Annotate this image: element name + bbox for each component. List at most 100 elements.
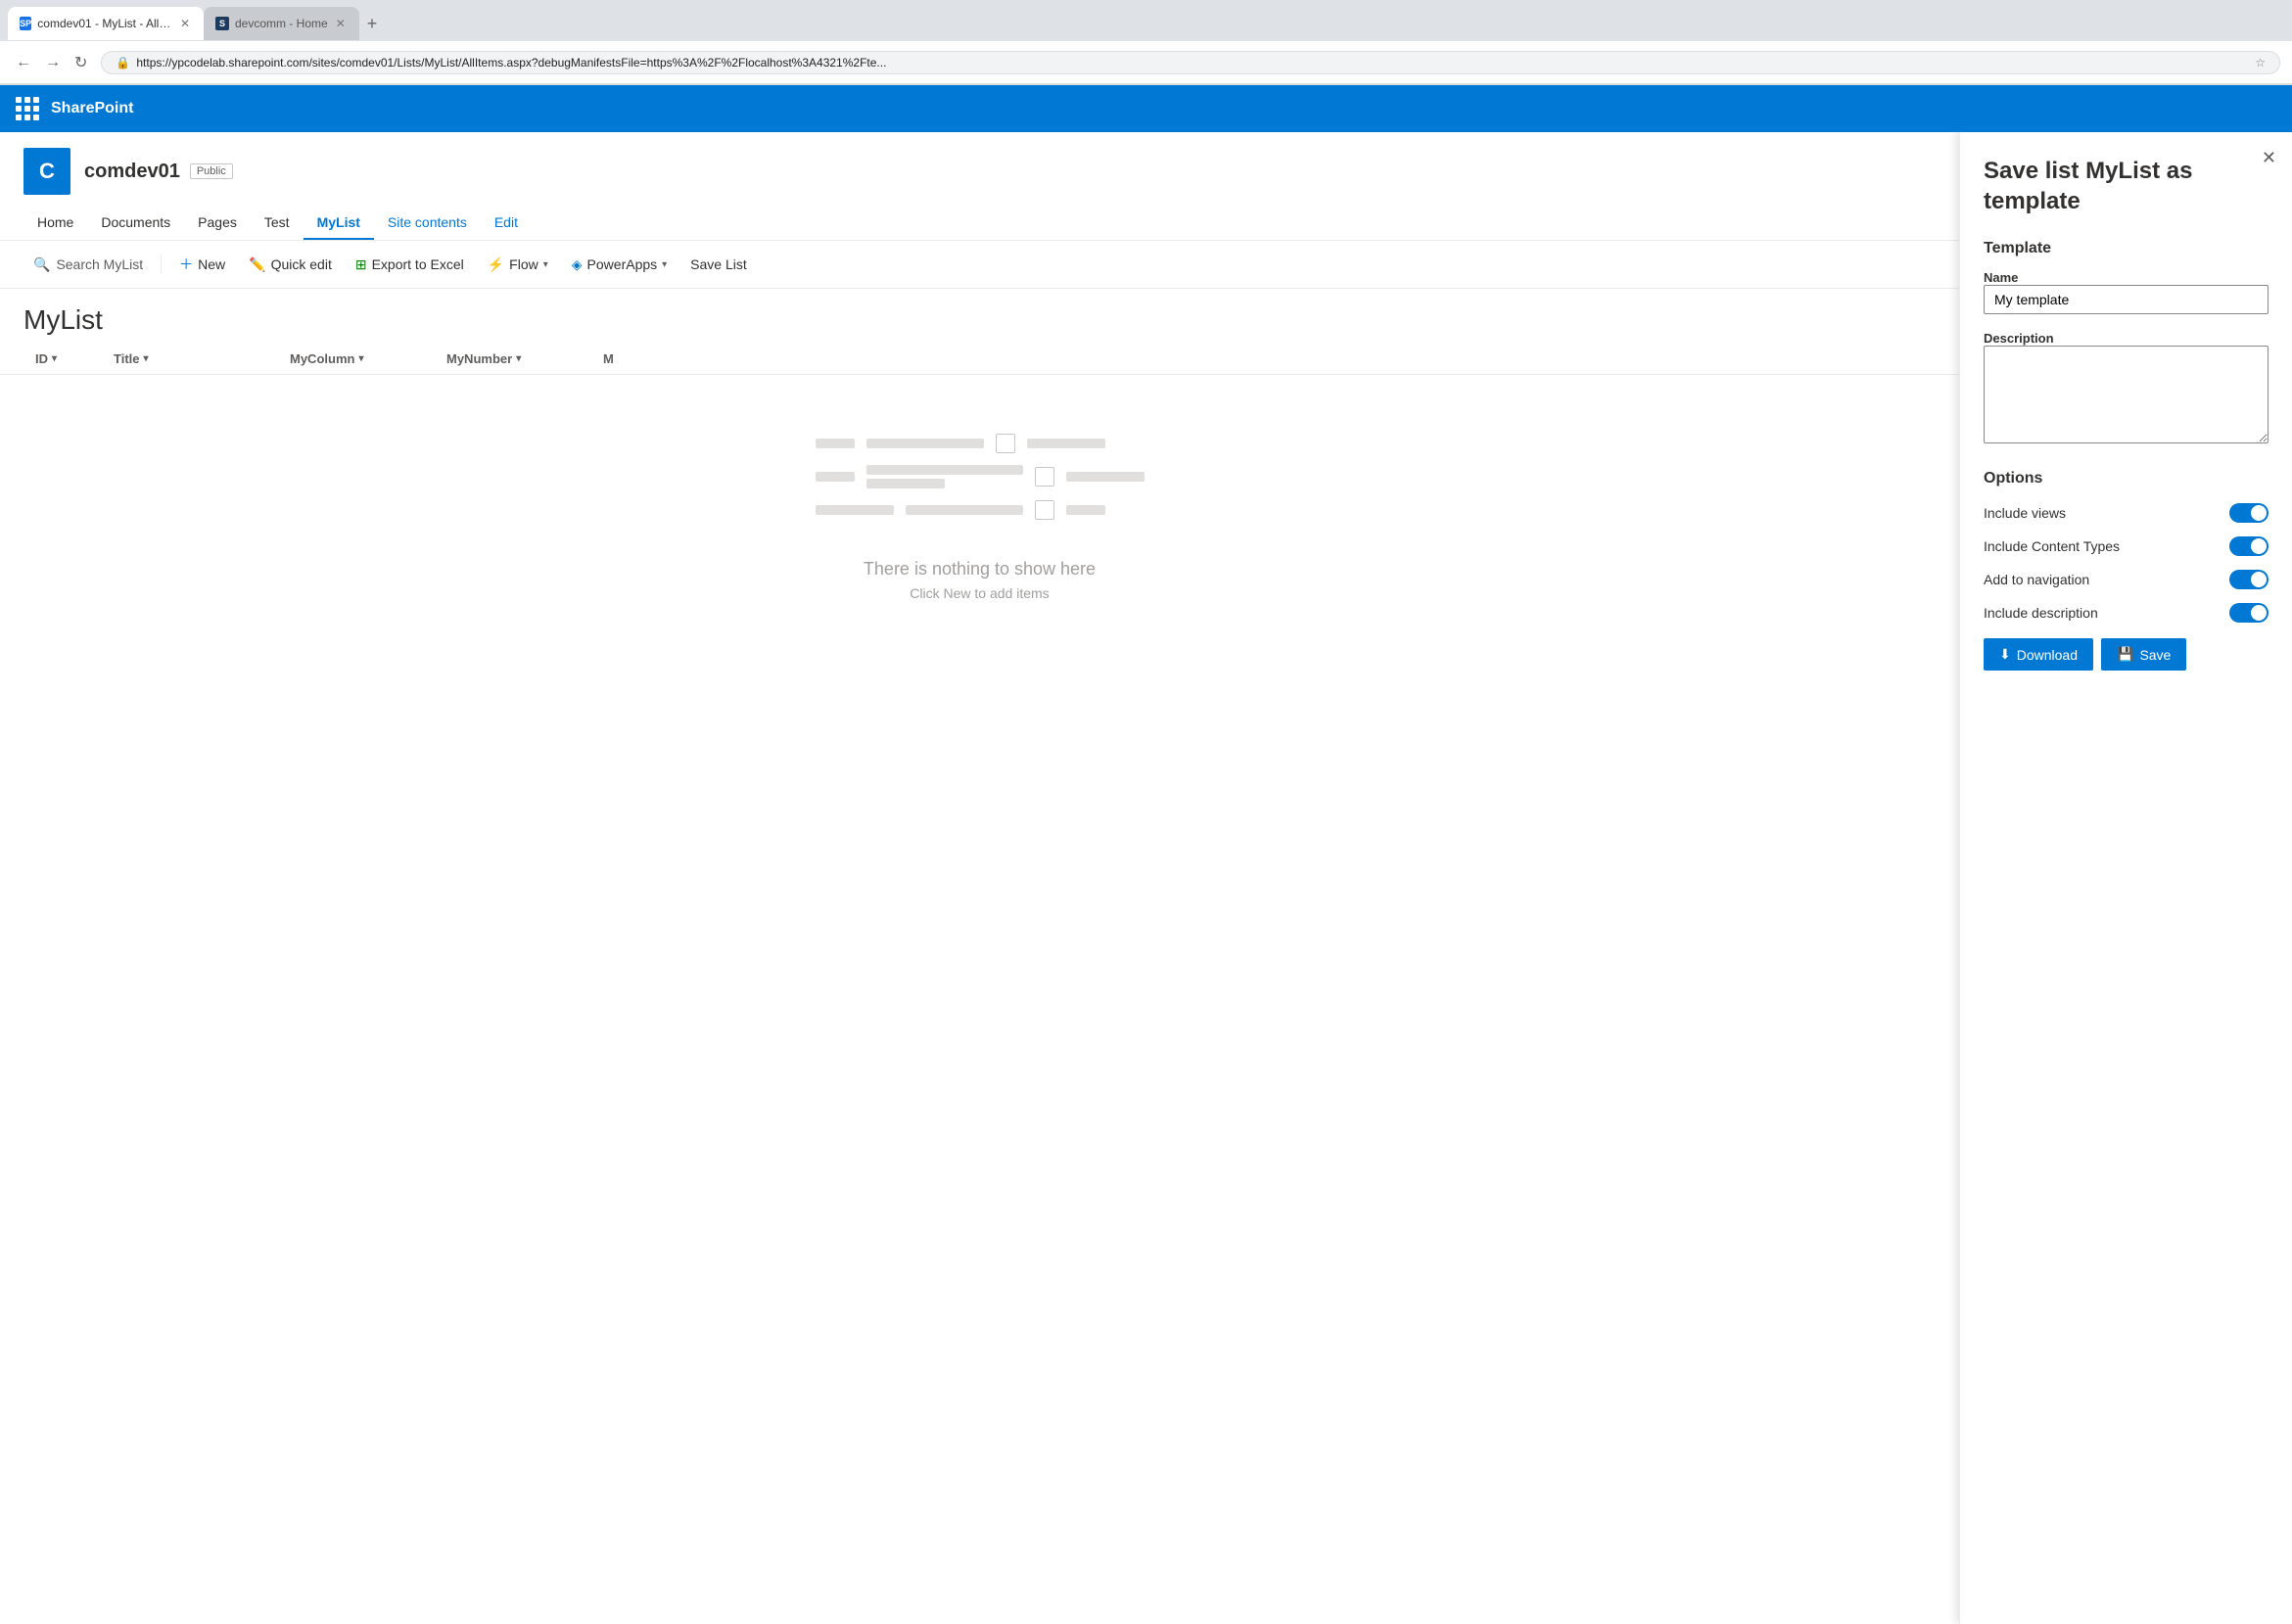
- template-description-input[interactable]: [1984, 346, 2269, 443]
- address-bar: ← → ↻ 🔒 https://ypcodelab.sharepoint.com…: [0, 41, 2292, 84]
- include-views-toggle[interactable]: [2229, 503, 2269, 523]
- waffle-dot: [24, 115, 30, 120]
- nav-pages[interactable]: Pages: [184, 207, 251, 240]
- site-name-row: comdev01 Public: [84, 161, 233, 183]
- powerapps-chevron-icon: ▾: [662, 259, 667, 270]
- template-name-input[interactable]: [1984, 285, 2269, 314]
- empty-message: There is nothing to show here: [864, 559, 1096, 580]
- include-views-label: Include views: [1984, 505, 2066, 521]
- sort-icon: ▾: [516, 353, 521, 364]
- add-to-navigation-toggle[interactable]: [2229, 570, 2269, 589]
- quick-edit-label: Quick edit: [271, 256, 332, 272]
- col-mynumber[interactable]: MyNumber ▾: [435, 344, 591, 374]
- empty-sub: Click New to add items: [910, 585, 1049, 601]
- tab1-title: comdev01 - MyList - All Items: [37, 17, 172, 30]
- tab-1[interactable]: SP comdev01 - MyList - All Items ✕: [8, 7, 204, 40]
- waffle-dot: [16, 115, 22, 120]
- tab2-title: devcomm - Home: [235, 17, 328, 30]
- download-button[interactable]: ⬇ Download: [1984, 638, 2093, 671]
- nav-edit[interactable]: Edit: [481, 207, 532, 240]
- waffle-dot: [16, 106, 22, 112]
- save-icon: 💾: [2117, 646, 2133, 663]
- powerapps-label: PowerApps: [587, 256, 658, 272]
- sharepoint-logo: SharePoint: [51, 100, 133, 117]
- sort-icon: ▾: [144, 353, 149, 364]
- search-icon: 🔍: [33, 256, 50, 273]
- sk-5: [866, 465, 1023, 475]
- include-content-types-toggle[interactable]: [2229, 536, 2269, 556]
- sk-6: [866, 479, 945, 488]
- sk-8: [816, 505, 894, 515]
- nav-home[interactable]: Home: [23, 207, 87, 240]
- new-button[interactable]: ＋ New: [169, 249, 235, 280]
- sk-7: [1066, 472, 1145, 482]
- new-label: New: [198, 256, 225, 272]
- site-badge: Public: [190, 163, 233, 179]
- back-button[interactable]: ←: [12, 49, 35, 76]
- forward-button[interactable]: →: [41, 49, 65, 76]
- option-include-views: Include views: [1984, 503, 2269, 523]
- sp-main-content: C comdev01 Public Home Documents Pages T…: [0, 132, 1959, 1624]
- bookmark-icon[interactable]: ☆: [2255, 56, 2266, 70]
- sk-2: [866, 439, 984, 448]
- app-container: SharePoint C comdev01 Public: [0, 85, 2292, 1624]
- waffle-dot: [33, 115, 39, 120]
- url-bar[interactable]: 🔒 https://ypcodelab.sharepoint.com/sites…: [101, 51, 2280, 74]
- col-id[interactable]: ID ▾: [23, 344, 102, 374]
- quick-edit-button[interactable]: ✏️ Quick edit: [239, 251, 342, 279]
- tab-bar: SP comdev01 - MyList - All Items ✕ S dev…: [0, 0, 2292, 41]
- sk-4: [816, 472, 855, 482]
- list-header: ID ▾ Title ▾ MyColumn ▾ MyNumber ▾: [0, 344, 1959, 375]
- sk-10: [1066, 505, 1105, 515]
- tab1-close[interactable]: ✕: [178, 15, 192, 32]
- option-add-to-navigation: Add to navigation: [1984, 570, 2269, 589]
- nav-documents[interactable]: Documents: [87, 207, 184, 240]
- waffle-dot: [33, 97, 39, 103]
- browser-chrome: SP comdev01 - MyList - All Items ✕ S dev…: [0, 0, 2292, 85]
- option-include-description: Include description: [1984, 603, 2269, 623]
- include-description-toggle[interactable]: [2229, 603, 2269, 623]
- skeleton-rows: [816, 434, 1145, 520]
- toggle-knob: [2251, 538, 2267, 554]
- url-text: https://ypcodelab.sharepoint.com/sites/c…: [136, 56, 2249, 70]
- new-icon: ＋: [179, 255, 193, 274]
- download-icon: ⬇: [1999, 646, 2011, 663]
- col-m[interactable]: M: [591, 344, 626, 374]
- waffle-dot: [33, 106, 39, 112]
- panel-close-button[interactable]: ✕: [2262, 148, 2276, 168]
- powerapps-button[interactable]: ◈ PowerApps ▾: [562, 251, 677, 279]
- list-title-area: MyList: [0, 289, 1959, 344]
- tab-2[interactable]: S devcomm - Home ✕: [204, 7, 359, 40]
- new-tab-button[interactable]: +: [359, 10, 386, 38]
- col-title[interactable]: Title ▾: [102, 344, 278, 374]
- nav-site-contents[interactable]: Site contents: [374, 207, 481, 240]
- reload-button[interactable]: ↻: [70, 49, 91, 76]
- save-list-button[interactable]: Save List: [680, 251, 757, 278]
- pencil-icon: ✏️: [249, 256, 265, 273]
- list-title: MyList: [23, 304, 1936, 336]
- search-mylist[interactable]: 🔍 Search MyList: [23, 251, 153, 279]
- nav-buttons: ← → ↻: [12, 49, 91, 76]
- save-label: Save: [2139, 647, 2171, 663]
- tab2-close[interactable]: ✕: [334, 15, 348, 32]
- option-include-content-types: Include Content Types: [1984, 536, 2269, 556]
- export-to-excel-button[interactable]: ⊞ Export to Excel: [346, 251, 474, 279]
- lock-icon: 🔒: [116, 56, 130, 70]
- tab1-favicon: SP: [20, 17, 31, 30]
- flow-button[interactable]: ⚡ Flow ▾: [478, 251, 558, 279]
- nav-mylist[interactable]: MyList: [304, 207, 374, 240]
- save-button[interactable]: 💾 Save: [2101, 638, 2186, 671]
- nav-test[interactable]: Test: [251, 207, 304, 240]
- waffle-menu[interactable]: [16, 97, 39, 120]
- toggle-knob: [2251, 605, 2267, 621]
- skeleton-row-1: [816, 434, 1145, 453]
- export-label: Export to Excel: [372, 256, 464, 272]
- site-nav: Home Documents Pages Test MyList Site co…: [23, 207, 1936, 240]
- download-label: Download: [2017, 647, 2078, 663]
- flow-label: Flow: [509, 256, 538, 272]
- col-mycolumn[interactable]: MyColumn ▾: [278, 344, 435, 374]
- flow-icon: ⚡: [488, 256, 504, 273]
- toggle-knob: [2251, 572, 2267, 587]
- description-label: Description: [1984, 331, 2054, 346]
- sp-topbar: SharePoint: [0, 85, 2292, 132]
